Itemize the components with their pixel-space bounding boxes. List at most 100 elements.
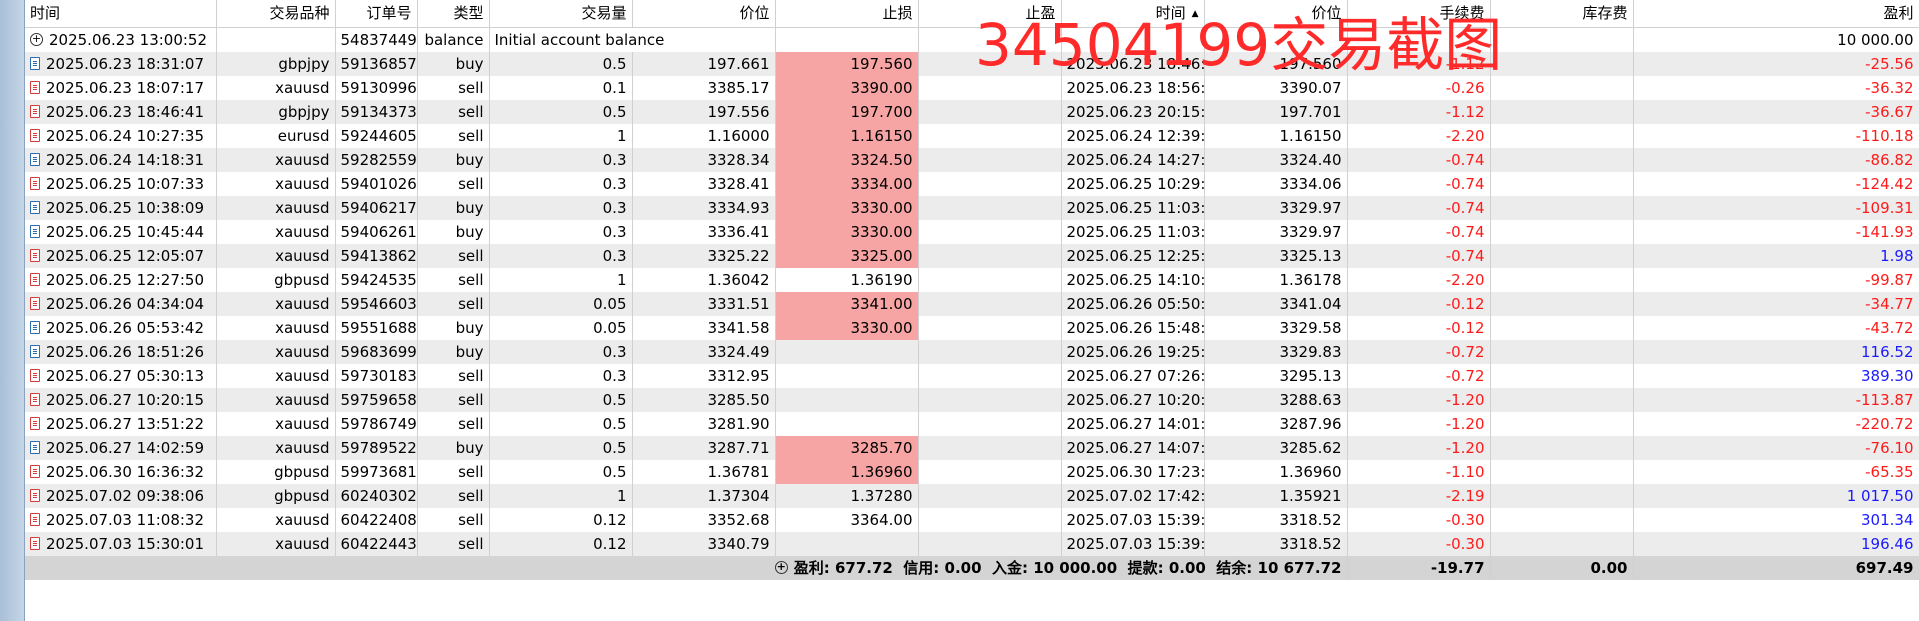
- commission-cell: -0.74: [1347, 147, 1491, 172]
- col-header-symbol[interactable]: 交易品种: [216, 0, 336, 28]
- stoploss-cell: 3330.00: [775, 315, 919, 340]
- commission-cell: -0.74: [1347, 243, 1491, 268]
- col-header-sl[interactable]: 止损: [775, 0, 919, 28]
- stoploss-cell: 3341.00: [775, 291, 919, 316]
- table-row[interactable]: 2025.06.27 05:30:13 xauusd 59730183 sell 0.3…: [25, 363, 1919, 388]
- table-row[interactable]: 2025.06.25 12:27:50 gbpusd 59424535 sell 1 1.…: [25, 267, 1919, 292]
- open-time-cell: 2025.06.26 18:51:26: [25, 339, 217, 364]
- volume-cell: 0.5: [489, 411, 633, 436]
- close-time-cell: 2025.06.24 12:39:57: [1061, 123, 1205, 148]
- open-price-cell: 3324.49: [632, 339, 776, 364]
- col-header-type[interactable]: 类型: [417, 0, 490, 28]
- order-cell: 59134373: [335, 99, 418, 124]
- col-header-volume[interactable]: 交易量: [489, 0, 633, 28]
- open-time-text: 2025.06.27 14:02:59: [46, 438, 205, 457]
- col-header-swap[interactable]: 库存费: [1490, 0, 1634, 28]
- col-header-tp[interactable]: 止盈: [918, 0, 1062, 28]
- commission-cell: -0.74: [1347, 219, 1491, 244]
- close-price-cell: 197.701: [1204, 99, 1348, 124]
- volume-cell: 0.05: [489, 291, 633, 316]
- profit-cell: 1.98: [1633, 243, 1919, 268]
- takeprofit-cell: [918, 147, 1062, 172]
- col-header-profit[interactable]: 盈利: [1633, 0, 1919, 28]
- close-time-cell: 2025.06.24 14:27:49: [1061, 147, 1205, 172]
- open-time-text: 2025.06.26 05:53:42: [46, 318, 205, 337]
- document-blue-icon: [30, 56, 40, 70]
- order-cell: 60422443: [335, 531, 418, 556]
- table-row[interactable]: 2025.06.26 05:53:42 xauusd 59551688 buy 0.05…: [25, 315, 1919, 340]
- plus-circle-icon[interactable]: +: [774, 560, 788, 574]
- col-header-order[interactable]: 订单号: [335, 0, 418, 28]
- open-price-cell: 3334.93: [632, 195, 776, 220]
- open-time-cell: 2025.06.25 10:07:33: [25, 171, 217, 196]
- table-row[interactable]: 2025.06.25 12:05:07 xauusd 59413862 sell 0.3…: [25, 243, 1919, 268]
- col-header-commission[interactable]: 手续费: [1347, 0, 1491, 28]
- col-header-close-price[interactable]: 价位: [1204, 0, 1348, 28]
- table-row[interactable]: 2025.07.02 09:38:06 gbpusd 60240302 sell 1 1.…: [25, 483, 1919, 508]
- close-time-cell: 2025.06.23 20:15:18: [1061, 99, 1205, 124]
- profit-cell: 389.30: [1633, 363, 1919, 388]
- summary-totals-cell: + 盈利: 677.72 信用: 0.00 入金: 10 000.00 提款: 0…: [25, 555, 1348, 580]
- open-price-cell: 197.556: [632, 99, 776, 124]
- plus-circle-icon[interactable]: +: [30, 32, 43, 46]
- swap-cell: [1490, 315, 1634, 340]
- table-row[interactable]: 2025.07.03 11:08:32 xauusd 60422408 sell 0.1…: [25, 507, 1919, 532]
- type-cell: sell: [417, 531, 490, 556]
- commission-cell: -0.72: [1347, 363, 1491, 388]
- table-row[interactable]: 2025.07.03 15:30:01 xauusd 60422443 sell 0.1…: [25, 531, 1919, 556]
- table-row[interactable]: 2025.06.27 13:51:22 xauusd 59786749 sell 0.5…: [25, 411, 1919, 436]
- open-time-cell: 2025.06.25 12:27:50: [25, 267, 217, 292]
- open-price-cell: 3336.41: [632, 219, 776, 244]
- close-time-cell: 2025.06.25 11:03:33: [1061, 195, 1205, 220]
- table-row[interactable]: 2025.06.24 10:27:35 eurusd 59244605 sell 1 1.…: [25, 123, 1919, 148]
- symbol-cell: xauusd: [216, 291, 336, 316]
- open-time-cell: 2025.06.24 10:27:35: [25, 123, 217, 148]
- open-time-text: 2025.07.03 11:08:32: [46, 510, 205, 529]
- type-cell: buy: [417, 195, 490, 220]
- balance-symbol-cell: [216, 27, 336, 52]
- table-row[interactable]: 2025.06.30 16:36:32 gbpusd 59973681 sell 0.5…: [25, 459, 1919, 484]
- stoploss-cell: 3325.00: [775, 243, 919, 268]
- order-cell: 59546603: [335, 291, 418, 316]
- table-row[interactable]: 2025.06.25 10:07:33 xauusd 59401026 sell 0.3…: [25, 171, 1919, 196]
- profit-cell: -34.77: [1633, 291, 1919, 316]
- takeprofit-cell: [918, 483, 1062, 508]
- swap-cell: [1490, 51, 1634, 76]
- document-blue-icon: [30, 320, 40, 334]
- table-row[interactable]: 2025.06.25 10:45:44 xauusd 59406261 buy 0.3 3…: [25, 219, 1919, 244]
- type-cell: sell: [417, 459, 490, 484]
- balance-type-cell: balance: [417, 27, 490, 52]
- swap-cell: [1490, 99, 1634, 124]
- col-header-time[interactable]: 时间: [25, 0, 217, 28]
- table-row[interactable]: 2025.06.26 04:34:04 xauusd 59546603 sell 0.0…: [25, 291, 1919, 316]
- table-row[interactable]: 2025.06.23 18:07:17 xauusd 59130996 sell 0.1…: [25, 75, 1919, 100]
- commission-cell: -0.12: [1347, 315, 1491, 340]
- takeprofit-cell: [918, 195, 1062, 220]
- volume-cell: 1: [489, 123, 633, 148]
- profit-cell: -109.31: [1633, 195, 1919, 220]
- col-header-close-time[interactable]: 时间 ▲: [1061, 0, 1205, 28]
- table-row[interactable]: 2025.06.25 10:38:09 xauusd 59406217 buy 0.3 3…: [25, 195, 1919, 220]
- profit-cell: -36.67: [1633, 99, 1919, 124]
- summary-row: + 盈利: 677.72 信用: 0.00 入金: 10 000.00 提款: 0…: [25, 555, 1919, 580]
- symbol-cell: xauusd: [216, 507, 336, 532]
- volume-cell: 1: [489, 483, 633, 508]
- table-row[interactable]: 2025.06.23 18:31:07 gbpjpy 59136857 buy 0.5 1…: [25, 51, 1919, 76]
- profit-cell: -113.87: [1633, 387, 1919, 412]
- col-header-price[interactable]: 价位: [632, 0, 776, 28]
- type-cell: sell: [417, 267, 490, 292]
- balance-profit-cell: 10 000.00: [1633, 27, 1919, 52]
- table-row[interactable]: 2025.06.24 14:18:31 xauusd 59282559 buy 0.3 3…: [25, 147, 1919, 172]
- balance-row[interactable]: +2025.06.23 13:00:52 54837449 balance In…: [25, 27, 1919, 52]
- table-row[interactable]: 2025.06.27 14:02:59 xauusd 59789522 buy 0.5 3…: [25, 435, 1919, 460]
- table-row[interactable]: 2025.06.26 18:51:26 xauusd 59683699 buy 0.3 3…: [25, 339, 1919, 364]
- stoploss-cell: 3324.50: [775, 147, 919, 172]
- close-time-cell: 2025.06.23 18:56:54: [1061, 75, 1205, 100]
- type-cell: sell: [417, 99, 490, 124]
- table-row[interactable]: 2025.06.27 10:20:15 xauusd 59759658 sell 0.5…: [25, 387, 1919, 412]
- document-red-icon: [30, 488, 40, 502]
- commission-cell: -1.20: [1347, 435, 1491, 460]
- table-row[interactable]: 2025.06.23 18:46:41 gbpjpy 59134373 sell 0.5…: [25, 99, 1919, 124]
- takeprofit-cell: [918, 243, 1062, 268]
- close-time-cell: 2025.06.23 18:46:40: [1061, 51, 1205, 76]
